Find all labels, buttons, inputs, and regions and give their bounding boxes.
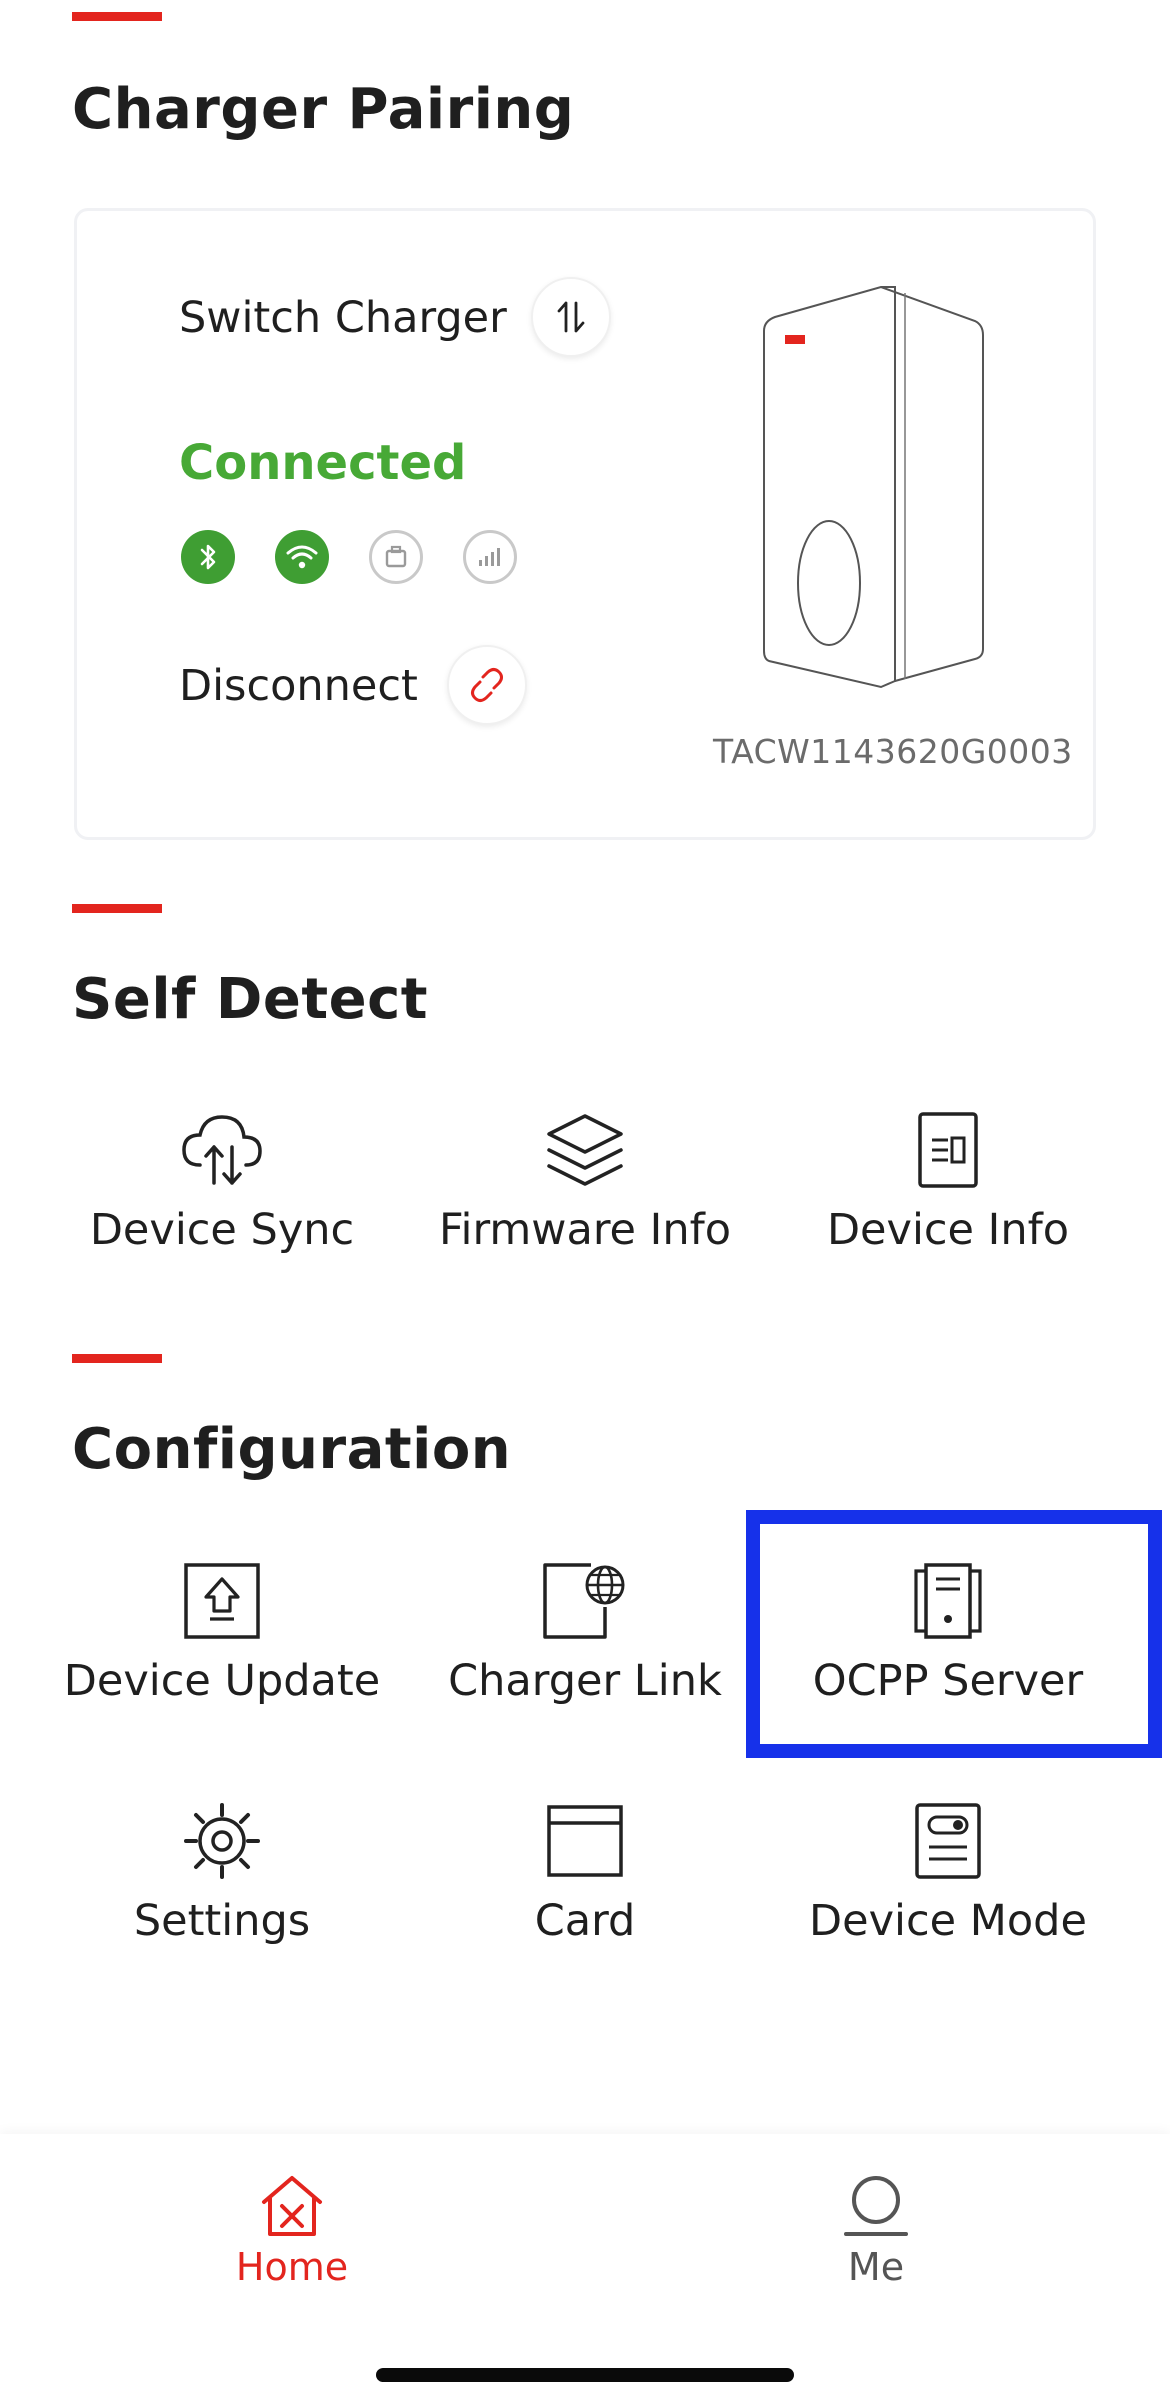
device-update-tile[interactable]: Device Update (42, 1556, 402, 1716)
device-mode-label: Device Mode (809, 1896, 1087, 1946)
device-mode-tile[interactable]: Device Mode (768, 1796, 1128, 1956)
charger-serial-number: TACW1143620G0003 (713, 732, 1073, 771)
gear-icon (177, 1796, 267, 1886)
upload-box-icon (177, 1556, 267, 1646)
disconnect-button[interactable] (447, 645, 527, 725)
tab-home-label: Home (235, 2245, 349, 2289)
section-accent-bar (72, 12, 162, 21)
bluetooth-status-icon (181, 530, 235, 584)
settings-tile[interactable]: Settings (42, 1796, 402, 1956)
document-icon (903, 1105, 993, 1195)
user-icon (844, 2176, 908, 2236)
wifi-status-icon (275, 530, 329, 584)
bottom-tab-bar: Home Me (0, 2134, 1170, 2392)
card-tile[interactable]: Card (405, 1796, 765, 1956)
switch-charger-button[interactable] (531, 277, 611, 357)
disconnect-label: Disconnect (179, 661, 418, 711)
card-label: Card (534, 1896, 636, 1946)
device-update-label: Device Update (63, 1656, 381, 1706)
charger-illustration (763, 286, 984, 689)
cellular-status-icon (463, 530, 517, 584)
device-sync-tile[interactable]: Device Sync (42, 1105, 402, 1265)
self-detect-title: Self Detect (72, 967, 429, 1032)
section-accent-bar (72, 1354, 162, 1363)
cloud-sync-icon (177, 1105, 267, 1195)
unlink-icon (471, 668, 503, 702)
firmware-info-label: Firmware Info (438, 1205, 732, 1255)
tab-home[interactable]: Home (162, 2172, 422, 2286)
tab-me-label: Me (847, 2245, 905, 2289)
home-indicator (376, 2368, 794, 2382)
tab-me[interactable]: Me (746, 2172, 1006, 2286)
device-sync-label: Device Sync (89, 1205, 355, 1255)
home-icon (262, 2176, 322, 2236)
card-icon (540, 1796, 630, 1886)
charger-link-tile[interactable]: Charger Link (405, 1556, 765, 1716)
globe-link-icon (540, 1556, 630, 1646)
ethernet-status-icon (369, 530, 423, 584)
switch-charger-label: Switch Charger (179, 293, 507, 343)
connection-status: Connected (179, 435, 467, 491)
device-info-tile[interactable]: Device Info (768, 1105, 1128, 1265)
device-mode-icon (903, 1796, 993, 1886)
settings-label: Settings (133, 1896, 311, 1946)
charger-pairing-title: Charger Pairing (72, 77, 575, 142)
highlight-box (746, 1510, 1162, 1758)
charger-pairing-card: Switch Charger Connected Disconnect TACW… (74, 208, 1096, 840)
device-info-label: Device Info (826, 1205, 1070, 1255)
charger-link-label: Charger Link (448, 1656, 722, 1706)
firmware-info-tile[interactable]: Firmware Info (405, 1105, 765, 1265)
configuration-title: Configuration (72, 1417, 512, 1482)
switch-arrows-icon (557, 301, 585, 333)
layers-icon (540, 1105, 630, 1195)
section-accent-bar (72, 904, 162, 913)
